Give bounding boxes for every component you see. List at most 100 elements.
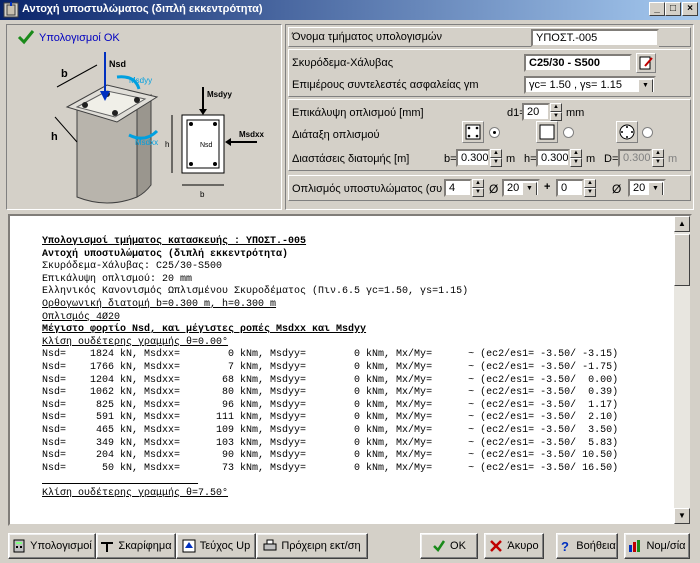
msdxx-label: Msdxx (239, 130, 264, 139)
rebar-count-1-spinner[interactable]: ▲ ▼ (472, 179, 484, 197)
cancel-button[interactable]: Άκυρο (484, 533, 544, 559)
report-line: Nsd= 1766 kN, Msdxx= 7 kNm, Msdyy= 0 kNm… (42, 361, 619, 373)
report-area[interactable]: Υπολογισμοί τμήματος κατασκευής : ΥΠΟΣΤ.… (8, 214, 692, 526)
b-input[interactable]: 0.300 (456, 149, 490, 167)
d-prefix: D= (604, 153, 619, 165)
h-unit: m (586, 153, 596, 165)
h-input[interactable]: 0.300 (536, 149, 570, 167)
booklet-up-button-label: Τεύχος Up (199, 540, 251, 552)
b-spinner[interactable]: ▲ ▼ (490, 149, 502, 167)
edit-icon (639, 56, 653, 70)
dim-b-3d: b (61, 68, 68, 80)
section-distributed-icon (539, 124, 555, 140)
help-button-label: Βοήθεια (576, 540, 616, 552)
rebar-diam-2-select[interactable]: 20 ▼ (628, 179, 666, 197)
report-line: Κλίση ουδέτερης γραμμής θ=7.50° (42, 487, 229, 499)
report-line: Σκυρόδεμα-Χάλυβας: C25/30-S500 (42, 261, 223, 273)
report-line: Nsd= 465 kN, Msdxx= 109 kNm, Msdyy= 0 kN… (42, 424, 619, 436)
plus-symbol: + (544, 181, 551, 193)
report-line: Nsd= 825 kN, Msdxx= 96 kNm, Msdyy= 0 kNm… (42, 399, 619, 411)
dim-h-3d: h (51, 131, 58, 143)
section-name-input[interactable]: ΥΠΟΣΤ.-005 (531, 29, 659, 47)
dim-b-section: b (200, 190, 205, 199)
help-button[interactable]: ? Βοήθεια (556, 533, 618, 559)
arrangement-rect-dist[interactable] (536, 121, 558, 143)
arrangement-radio-circular[interactable] (642, 127, 653, 138)
title-bar: Αντοχή υποστυλώματος (διπλή εκκεντρότητα… (0, 0, 700, 20)
rebar-diam-1: 20 (507, 182, 520, 194)
units-button[interactable]: Νομ/σία (624, 533, 690, 559)
d-unit: m (668, 153, 678, 165)
help-icon: ? (561, 539, 569, 553)
report-line: Nsd= 1204 kN, Msdxx= 68 kNm, Msdyy= 0 kN… (42, 374, 619, 386)
form-panel: Όνομα τμήματος υπολογισμών ΥΠΟΣΤ.-005 Σκ… (285, 24, 694, 210)
report-line: Ελληνικός Κανονισμός Ωπλισμένου Σκυροδέμ… (42, 286, 469, 298)
calculator-icon (13, 539, 25, 553)
materials-edit-button[interactable] (636, 53, 656, 73)
d-spinner[interactable]: ▲ ▼ (652, 149, 664, 167)
dims-label: Διαστάσεις διατομής [m] (292, 153, 410, 165)
cover-unit: mm (566, 107, 585, 119)
report-line: Nsd= 1824 kN, Msdxx= 0 kNm, Msdyy= 0 kNm… (42, 349, 619, 361)
b-unit: m (506, 153, 516, 165)
materials-label: Σκυρόδεμα-Χάλυβας (292, 57, 394, 69)
cancel-button-label: Άκυρο (507, 540, 539, 552)
sketch-button[interactable]: Σκαρίφημα (96, 533, 176, 559)
report-line (42, 475, 682, 488)
section-4-bars-icon (465, 124, 481, 140)
calc-button[interactable]: Υπολογισμοί (8, 533, 96, 559)
close-button[interactable]: × (682, 2, 698, 16)
draft-print-button[interactable]: Πρόχειρη εκτ/ση (256, 533, 368, 559)
chevron-down-icon[interactable]: ▼ (522, 182, 537, 195)
chevron-down-icon[interactable]: ▼ (648, 182, 663, 195)
scroll-down-icon[interactable]: ▼ (674, 508, 690, 524)
h-spinner[interactable]: ▲ ▼ (570, 149, 582, 167)
safety-value: γc= 1.50 , γs= 1.15 (529, 79, 622, 91)
rebar-count-2-spinner[interactable]: ▲ ▼ (584, 179, 596, 197)
maximize-button[interactable]: □ (665, 2, 681, 16)
sketch-icon (101, 542, 114, 552)
rebar-diam-1-select[interactable]: 20 ▼ (502, 179, 540, 197)
section-circular-icon (619, 124, 635, 140)
section-name-label: Όνομα τμήματος υπολογισμών (292, 31, 443, 43)
report-line: Nsd= 204 kN, Msdxx= 90 kNm, Msdyy= 0 kNm… (42, 450, 619, 462)
msdxx-label-3d: Msdxx (135, 138, 158, 147)
app-icon (3, 2, 19, 18)
chevron-down-icon[interactable]: ▼ (638, 79, 653, 92)
materials-input[interactable]: C25/30 - S500 (524, 54, 632, 72)
b-prefix: b= (444, 153, 457, 165)
svg-text:?: ? (561, 539, 569, 553)
arrangement-radio-rect-dist[interactable] (563, 127, 574, 138)
rebar-count-1[interactable]: 4 (444, 179, 472, 197)
safety-select[interactable]: γc= 1.50 , γs= 1.15 ▼ (524, 76, 656, 94)
d-input[interactable]: 0.300 (618, 149, 652, 167)
report-line: Οπλισμός 4Ø20 (42, 311, 121, 323)
report-line: Επικάλυψη οπλισμού: 20 mm (42, 273, 193, 285)
column-diagram: b h Nsd Msdyy Msdxx Nsd Msdyy Msdxx h b (51, 52, 264, 204)
report-text: Υπολογισμοί τμήματος κατασκευής : ΥΠΟΣΤ.… (42, 236, 682, 500)
draft-print-button-label: Πρόχειρη εκτ/ση (281, 540, 361, 552)
rebar-count-2[interactable]: 0 (556, 179, 584, 197)
scroll-up-icon[interactable]: ▲ (674, 216, 690, 232)
report-line: Nsd= 1062 kN, Msdxx= 80 kNm, Msdyy= 0 kN… (42, 387, 619, 399)
booklet-up-button[interactable]: Τεύχος Up (176, 533, 256, 559)
sketch-button-label: Σκαρίφημα (118, 540, 172, 552)
cover-spinner[interactable]: ▲ ▼ (550, 103, 562, 121)
scroll-thumb[interactable] (674, 234, 690, 286)
cover-input[interactable]: 20 (522, 103, 550, 121)
report-line: Κλίση ουδέτερης γραμμής θ=0.00° (42, 336, 229, 348)
vertical-scrollbar[interactable]: ▲ ▼ (674, 216, 690, 524)
cover-label: Επικάλυψη οπλισμού [mm] (292, 107, 424, 119)
h-prefix: h= (524, 153, 537, 165)
arrangement-radio-rect-4[interactable] (489, 127, 500, 138)
arrangement-circular[interactable] (616, 121, 638, 143)
nsd-label: Nsd (109, 59, 126, 69)
arrangement-rect-4[interactable] (462, 121, 484, 143)
phi-symbol-2: Ø (612, 182, 622, 196)
minimize-button[interactable]: _ (649, 2, 665, 16)
safety-label: Επιμέρους συντελεστές ασφαλείας γm (292, 79, 479, 91)
cancel-icon (490, 540, 503, 552)
rebar-label: Οπλισμός υποστυλώματος (συνολ (292, 183, 442, 195)
ok-icon (433, 540, 446, 552)
ok-button[interactable]: ΟΚ (420, 533, 478, 559)
